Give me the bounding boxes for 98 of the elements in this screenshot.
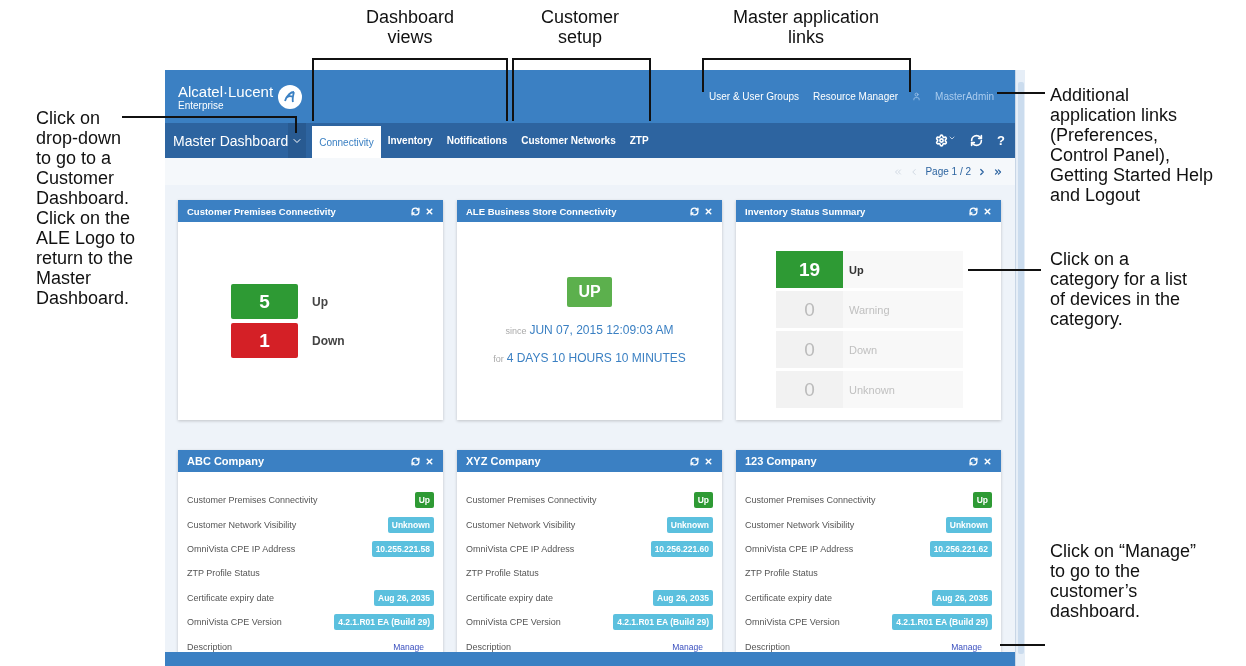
nav-tab[interactable]: Customer Networks bbox=[514, 123, 623, 158]
uptime-duration: 4 DAYS 10 HOURS 10 MINUTES bbox=[506, 351, 686, 365]
leader-line bbox=[996, 92, 1046, 94]
value-badge: 10.256.221.60 bbox=[650, 540, 713, 557]
refresh-icon[interactable] bbox=[969, 456, 978, 466]
field-label: OmniVista CPE IP Address bbox=[466, 543, 575, 554]
widget-title: Customer Premises Connectivity bbox=[187, 205, 336, 217]
field-label: OmniVista CPE IP Address bbox=[745, 543, 854, 554]
last-page-icon[interactable] bbox=[993, 166, 1003, 177]
count-label: Down bbox=[312, 333, 346, 348]
field-label: Customer Network Visibility bbox=[466, 519, 576, 530]
field-label: ZTP Profile Status bbox=[745, 568, 818, 579]
annotation-text: Click on “Manage” to go to the customer’s dashboard. bbox=[1050, 541, 1198, 621]
logo-subtitle: Enterprise bbox=[178, 99, 225, 111]
dropdown-caret-icon[interactable] bbox=[288, 123, 307, 158]
since-label: since bbox=[505, 326, 527, 336]
field-label: OmniVista CPE Version bbox=[745, 617, 840, 628]
count-tile[interactable]: 1 bbox=[231, 323, 298, 358]
status-badge: Up bbox=[972, 492, 992, 509]
status-badge: Up bbox=[693, 492, 713, 509]
field-label: OmniVista CPE Version bbox=[466, 617, 561, 628]
header-link[interactable]: User & User Groups bbox=[709, 91, 800, 102]
for-label: for bbox=[493, 354, 504, 364]
count-label: Up bbox=[312, 294, 329, 309]
header-link[interactable]: Resource Manager bbox=[813, 91, 899, 102]
field-label: Certificate expiry date bbox=[745, 592, 833, 603]
value-badge: Unknown bbox=[945, 516, 992, 533]
refresh-icon[interactable] bbox=[969, 206, 978, 216]
annotation-text: Dashboard views bbox=[364, 7, 456, 47]
page-indicator: Page 1 / 2 bbox=[925, 166, 971, 177]
field-label: Certificate expiry date bbox=[187, 592, 275, 603]
annotation-text: Master application links bbox=[731, 7, 881, 47]
user-menu[interactable]: MasterAdmin bbox=[935, 91, 994, 102]
nav-tab[interactable]: Notifications bbox=[439, 123, 515, 158]
dashboard-dropdown[interactable]: Master Dashboard bbox=[165, 123, 289, 158]
field-label: OmniVista CPE IP Address bbox=[187, 543, 296, 554]
annotation-text: Additional application links (Preferences, Control Panel), Getting Started Help and Logout bbox=[1050, 85, 1215, 205]
category-count[interactable]: 19 bbox=[776, 251, 843, 288]
value-badge: 10.256.221.62 bbox=[929, 540, 992, 557]
field-label: Customer Premises Connectivity bbox=[187, 495, 318, 506]
annotation-text: Customer setup bbox=[540, 7, 620, 47]
help-button[interactable]: ? bbox=[997, 133, 1005, 148]
value-badge: Aug 26, 2035 bbox=[374, 589, 434, 606]
field-label: Customer Premises Connectivity bbox=[745, 495, 876, 506]
refresh-icon[interactable] bbox=[970, 134, 984, 147]
close-icon[interactable] bbox=[983, 456, 992, 466]
status-badge: UP bbox=[567, 277, 612, 307]
value-badge: Unknown bbox=[387, 516, 434, 533]
field-label: OmniVista CPE Version bbox=[187, 617, 282, 628]
nav-tab[interactable]: ZTP bbox=[622, 123, 656, 158]
field-label: ZTP Profile Status bbox=[187, 568, 260, 579]
field-label: Description bbox=[466, 641, 512, 652]
widget-title: Inventory Status Summary bbox=[745, 205, 866, 217]
close-icon[interactable] bbox=[704, 456, 713, 466]
logo-text[interactable]: Alcatel·Lucent bbox=[178, 82, 274, 100]
nav-tab[interactable]: Inventory bbox=[380, 123, 440, 158]
widget-title: 123 Company bbox=[745, 455, 817, 467]
manage-link[interactable]: Manage bbox=[672, 641, 703, 652]
refresh-icon[interactable] bbox=[690, 456, 699, 466]
leader-line bbox=[999, 644, 1046, 646]
annotation-text: Click on a category for a list of devices in the category. bbox=[1050, 249, 1189, 329]
field-label: ZTP Profile Status bbox=[466, 568, 539, 579]
category-label[interactable]: Up bbox=[843, 251, 963, 288]
close-icon[interactable] bbox=[983, 206, 992, 216]
field-label: Description bbox=[187, 641, 233, 652]
value-badge: Aug 26, 2035 bbox=[653, 589, 713, 606]
field-label: Customer Network Visibility bbox=[187, 519, 297, 530]
close-icon[interactable] bbox=[425, 456, 434, 466]
field-label: Certificate expiry date bbox=[466, 592, 554, 603]
close-icon[interactable] bbox=[425, 206, 434, 216]
manage-link[interactable]: Manage bbox=[951, 641, 982, 652]
nav-tab[interactable]: Connectivity bbox=[312, 126, 381, 158]
field-label: Customer Network Visibility bbox=[745, 519, 855, 530]
refresh-icon[interactable] bbox=[411, 206, 420, 216]
since-date: JUN 07, 2015 12:09:03 AM bbox=[529, 323, 674, 337]
value-badge: 4.2.1.R01 EA (Build 29) bbox=[334, 614, 434, 631]
user-icon bbox=[912, 92, 922, 101]
settings-icon[interactable] bbox=[935, 134, 957, 147]
value-badge: 4.2.1.R01 EA (Build 29) bbox=[613, 614, 713, 631]
status-badge: Up bbox=[414, 492, 434, 509]
manage-link[interactable]: Manage bbox=[393, 641, 424, 652]
refresh-icon[interactable] bbox=[411, 456, 420, 466]
widget-title: XYZ Company bbox=[466, 455, 541, 467]
scrollbar[interactable] bbox=[1015, 70, 1025, 666]
widget-title: ALE Business Store Connectivity bbox=[466, 205, 617, 217]
value-badge: Aug 26, 2035 bbox=[932, 589, 992, 606]
value-badge: Unknown bbox=[666, 516, 713, 533]
next-page-icon[interactable] bbox=[977, 166, 987, 177]
logo-icon[interactable] bbox=[277, 83, 304, 110]
widget-title: ABC Company bbox=[187, 455, 264, 467]
value-badge: 4.2.1.R01 EA (Build 29) bbox=[892, 614, 992, 631]
field-label: Customer Premises Connectivity bbox=[466, 495, 597, 506]
field-label: Description bbox=[745, 641, 791, 652]
count-tile[interactable]: 5 bbox=[231, 284, 298, 319]
close-icon[interactable] bbox=[704, 206, 713, 216]
annotation-text: Click on drop-down to go to a Customer Dashboard. Click on the ALE Logo to return to the Master Dashboard. bbox=[36, 108, 137, 308]
value-badge: 10.255.221.58 bbox=[371, 540, 434, 557]
refresh-icon[interactable] bbox=[690, 206, 699, 216]
